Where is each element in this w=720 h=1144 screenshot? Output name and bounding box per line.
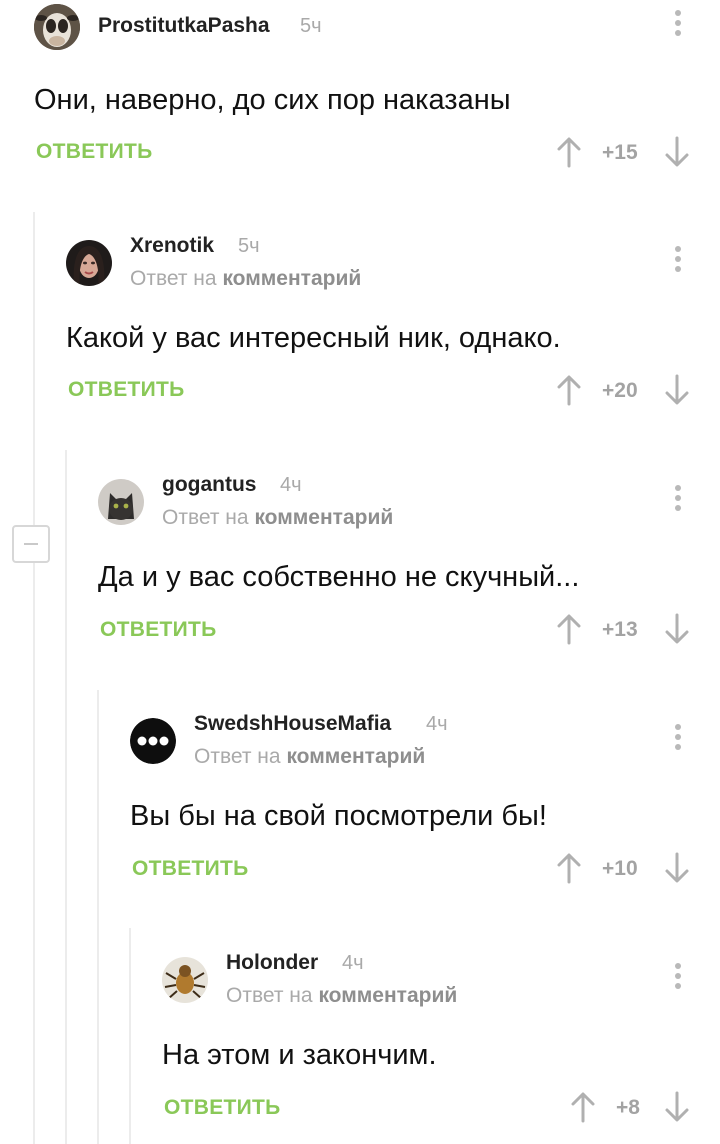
score: +10 [602, 857, 638, 880]
timestamp: 5ч [238, 235, 260, 257]
cat-avatar-icon [98, 479, 144, 525]
reply-prefix: Ответ на [194, 745, 281, 768]
arrow-up-icon[interactable] [556, 136, 582, 168]
kebab-menu-icon[interactable] [674, 246, 682, 276]
reply-prefix: Ответ на [226, 984, 313, 1007]
reply-prefix: Ответ на [130, 267, 217, 290]
reply-link[interactable]: комментарий [318, 984, 457, 1007]
reply-link[interactable]: комментарий [222, 267, 361, 290]
timestamp: 4ч [342, 952, 364, 974]
minus-icon [24, 543, 38, 545]
arrow-down-icon[interactable] [664, 136, 690, 168]
arrow-down-icon[interactable] [664, 852, 690, 884]
arrow-up-icon[interactable] [556, 613, 582, 645]
arrow-up-icon[interactable] [570, 1091, 596, 1123]
avatar[interactable] [66, 240, 112, 286]
arrow-down-icon[interactable] [664, 374, 690, 406]
timestamp: 4ч [426, 713, 448, 735]
score: +15 [602, 141, 638, 164]
thread-line-level-1 [33, 212, 35, 1144]
kebab-menu-icon[interactable] [674, 963, 682, 993]
username[interactable]: SwedshHouseMafia [194, 712, 391, 736]
reply-link[interactable]: комментарий [286, 745, 425, 768]
reply-prefix: Ответ на [162, 506, 249, 529]
comment-text: Какой у вас интересный ник, однако. [66, 322, 561, 354]
comment-text: Вы бы на свой посмотрели бы! [130, 800, 547, 832]
reply-button[interactable]: ОТВЕТИТЬ [100, 618, 217, 642]
avatar[interactable] [162, 957, 208, 1003]
kebab-menu-icon[interactable] [674, 485, 682, 515]
arrow-down-icon[interactable] [664, 1091, 690, 1123]
reply-button[interactable]: ОТВЕТИТЬ [68, 378, 185, 402]
dots-logo-avatar-icon [130, 718, 176, 764]
score: +8 [616, 1096, 640, 1119]
thread-line-level-4 [129, 928, 131, 1144]
avatar[interactable] [130, 718, 176, 764]
avatar[interactable] [98, 479, 144, 525]
collapse-thread-button[interactable] [12, 525, 50, 563]
woman-avatar-icon [66, 240, 112, 286]
comment-text: Да и у вас собственно не скучный... [98, 561, 580, 593]
timestamp: 5ч [300, 15, 322, 37]
username[interactable]: ProstitutkaPasha [98, 14, 270, 38]
cow-avatar-icon [34, 4, 80, 50]
reply-to-info: Ответ на комментарий [194, 745, 425, 769]
reply-button[interactable]: ОТВЕТИТЬ [164, 1096, 281, 1120]
username[interactable]: Holonder [226, 951, 318, 975]
thread-line-level-3 [97, 690, 99, 1144]
reply-button[interactable]: ОТВЕТИТЬ [36, 140, 153, 164]
arrow-up-icon[interactable] [556, 852, 582, 884]
reply-to-info: Ответ на комментарий [162, 506, 393, 530]
reply-link[interactable]: комментарий [254, 506, 393, 529]
reply-to-info: Ответ на комментарий [226, 984, 457, 1008]
username[interactable]: Xrenotik [130, 234, 214, 258]
insect-avatar-icon [162, 957, 208, 1003]
reply-button[interactable]: ОТВЕТИТЬ [132, 857, 249, 881]
kebab-menu-icon[interactable] [674, 10, 682, 40]
timestamp: 4ч [280, 474, 302, 496]
avatar[interactable] [34, 4, 80, 50]
kebab-menu-icon[interactable] [674, 724, 682, 754]
comment-text: Они, наверно, до сих пор наказаны [34, 84, 511, 116]
username[interactable]: gogantus [162, 473, 257, 497]
score: +13 [602, 618, 638, 641]
arrow-down-icon[interactable] [664, 613, 690, 645]
score: +20 [602, 379, 638, 402]
reply-to-info: Ответ на комментарий [130, 267, 361, 291]
arrow-up-icon[interactable] [556, 374, 582, 406]
thread-line-level-2 [65, 450, 67, 1144]
comment-text: На этом и закончим. [162, 1039, 437, 1071]
